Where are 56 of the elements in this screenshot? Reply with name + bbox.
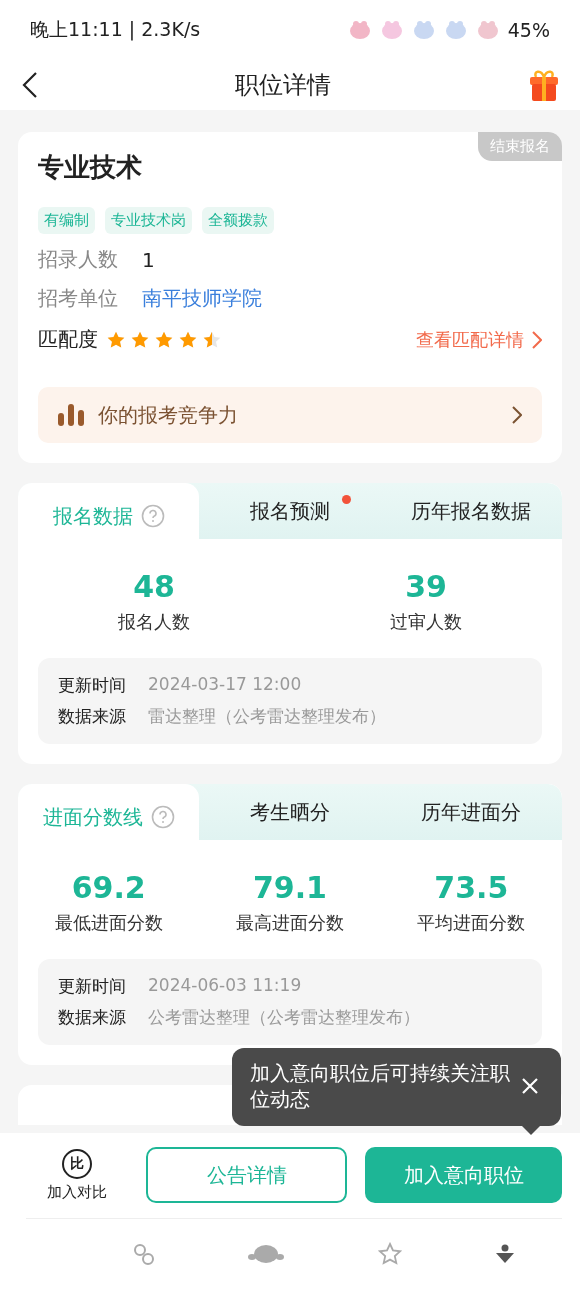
person-icon[interactable] xyxy=(495,1244,516,1264)
competitiveness-banner[interactable]: 你的报考竞争力 xyxy=(38,387,542,443)
info-value: 雷达整理（公考雷达整理发布） xyxy=(148,705,386,728)
gift-icon[interactable] xyxy=(528,68,560,102)
match-label: 匹配度 xyxy=(38,326,98,353)
field-label: 招考单位 xyxy=(38,285,119,312)
bar-chart-icon xyxy=(58,404,84,426)
battery-level: 45% xyxy=(507,19,550,41)
field-value: 1 xyxy=(142,247,155,272)
tab[interactable]: 报名预测 xyxy=(199,483,381,539)
sticker-icon xyxy=(411,19,436,41)
job-title: 专业技术 xyxy=(38,151,143,184)
chevron-right-icon xyxy=(532,330,542,349)
page-title: 职位详情 xyxy=(235,70,331,101)
compare-button[interactable]: 比 加入对比 xyxy=(26,1148,128,1202)
employer-link[interactable]: 南平技师学院 xyxy=(142,285,262,312)
circles-icon[interactable] xyxy=(132,1243,155,1265)
sticker-icon xyxy=(347,19,372,41)
stat-label: 平均进面分数 xyxy=(417,911,526,935)
sticker-icon xyxy=(379,19,404,41)
stat-label: 报名人数 xyxy=(118,610,190,634)
tab[interactable]: 历年报名数据 xyxy=(380,483,562,539)
stat-value: 79.1 xyxy=(252,870,327,905)
chevron-right-icon xyxy=(512,406,522,424)
close-icon[interactable] xyxy=(521,1077,539,1095)
stat-label: 过审人数 xyxy=(390,610,462,634)
status-time: 晚上11:11 | 2.3K/s xyxy=(30,17,201,43)
stat-label: 最高进面分数 xyxy=(236,911,344,935)
sticker-icon xyxy=(475,19,500,41)
stat-value: 48 xyxy=(133,569,175,604)
compare-icon: 比 xyxy=(62,1148,92,1179)
sticker-icon xyxy=(443,19,468,41)
stat-label: 最低进面分数 xyxy=(54,911,163,935)
tooltip-text: 加入意向职位后可持续关注职位动态 xyxy=(250,1061,510,1111)
info-value: 2024-06-03 11:19 xyxy=(148,975,302,997)
info-label: 更新时间 xyxy=(58,975,126,998)
job-tag: 专业技术岗 xyxy=(105,207,192,234)
star-icon[interactable] xyxy=(377,1242,402,1266)
field-label: 招录人数 xyxy=(38,246,119,273)
competitiveness-label: 你的报考竞争力 xyxy=(98,401,239,429)
blob-icon[interactable] xyxy=(248,1244,285,1264)
help-icon[interactable] xyxy=(150,805,175,829)
info-label: 数据来源 xyxy=(58,1006,126,1029)
help-icon[interactable] xyxy=(140,504,165,528)
stat-value: 73.5 xyxy=(434,870,509,905)
back-icon[interactable] xyxy=(22,72,38,98)
stat-value: 39 xyxy=(405,569,447,604)
job-tag: 有编制 xyxy=(38,207,95,234)
tab[interactable]: 考生晒分 xyxy=(199,784,381,840)
stat-value: 69.2 xyxy=(71,870,146,905)
info-value: 2024-03-17 12:00 xyxy=(148,674,302,696)
info-label: 数据来源 xyxy=(58,705,126,728)
job-tag: 全额拨款 xyxy=(202,207,274,234)
info-value: 公考雷达整理（公考雷达整理发布） xyxy=(148,1006,420,1029)
info-label: 更新时间 xyxy=(58,674,126,697)
tab[interactable]: 历年进面分 xyxy=(380,784,562,840)
